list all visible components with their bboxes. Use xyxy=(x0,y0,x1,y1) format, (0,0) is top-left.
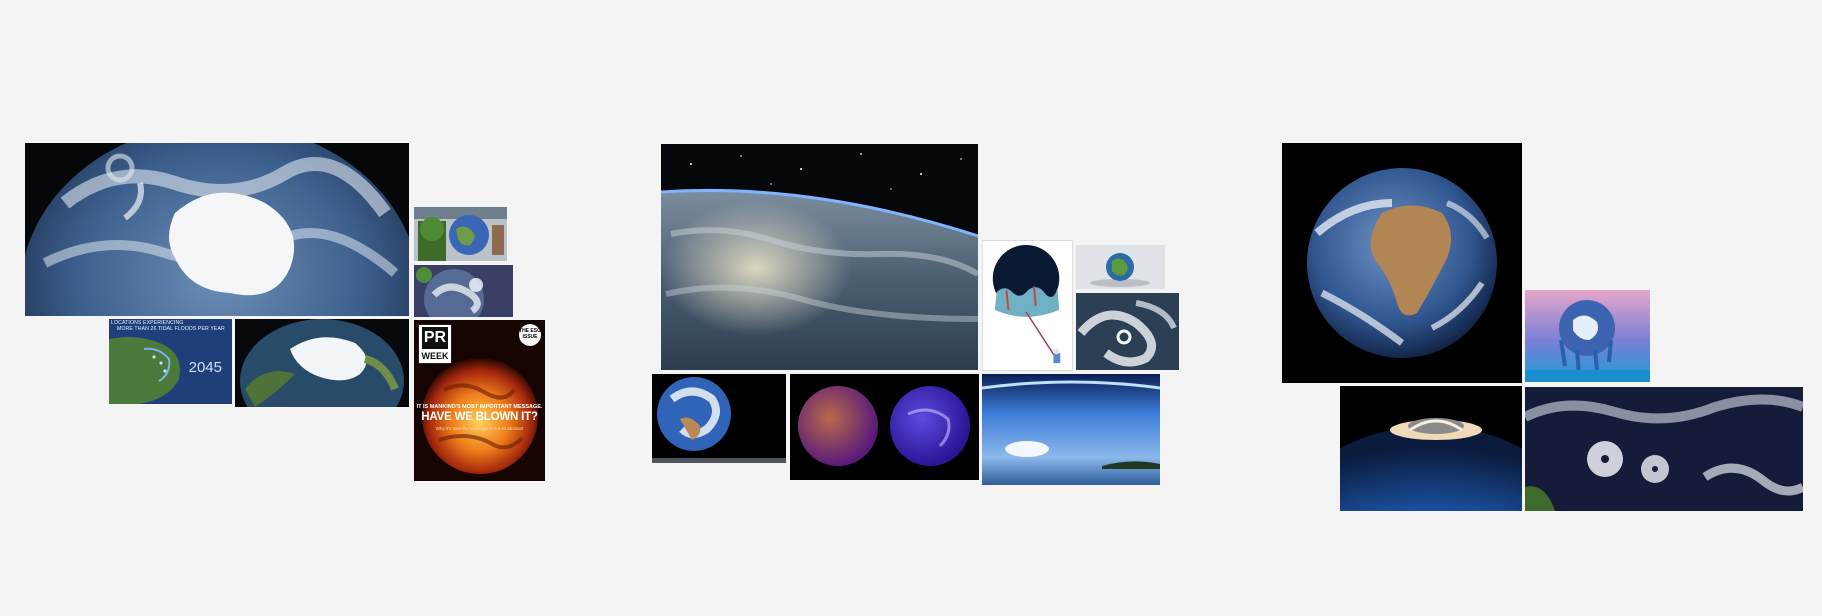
image-tile-antarctica-earth[interactable] xyxy=(25,143,409,316)
pr-logo-sub: WEEK xyxy=(421,351,449,361)
storm-globe-image xyxy=(414,265,513,317)
antarctica-earth-image xyxy=(25,143,409,316)
image-tile-arctic-globe[interactable] xyxy=(235,319,409,407)
blue-marble-image xyxy=(652,374,786,463)
cover-headline: HAVE WE BLOWN IT? xyxy=(421,411,538,423)
image-collage: LOCATIONS EXPERIENCING MORE THAN 26 TIDA… xyxy=(0,0,1822,616)
map-caption: LOCATIONS EXPERIENCING MORE THAN 26 TIDA… xyxy=(111,320,230,332)
africa-earth-disk-image xyxy=(1282,143,1522,383)
esg-issue-badge: THE ESG ISSUE xyxy=(519,324,541,346)
atmosphere-ocean-image xyxy=(982,374,1160,485)
pr-week-logo: PR WEEK xyxy=(418,324,452,364)
image-tile-pr-week-cover[interactable]: PR WEEK THE ESG ISSUE IT IS MANKIND'S MO… xyxy=(414,320,545,481)
tree-globe-image xyxy=(414,207,507,261)
twin-purple-globes-image xyxy=(790,374,979,480)
cover-subline: Why it's time the message is not so abst… xyxy=(435,426,524,431)
image-tile-asteroid-impact[interactable] xyxy=(1340,386,1522,511)
image-tile-melting-earth[interactable] xyxy=(1525,290,1650,382)
image-tile-tidal-floods-map[interactable]: LOCATIONS EXPERIENCING MORE THAN 26 TIDA… xyxy=(109,319,232,404)
image-tile-twin-globes[interactable] xyxy=(790,374,979,480)
image-tile-tree-globe[interactable] xyxy=(414,207,507,261)
earth-from-orbit-image xyxy=(661,144,978,370)
map-year-label: 2045 xyxy=(188,359,222,376)
astronaut-balloon-cartoon xyxy=(983,241,1072,370)
map-caption-line2: MORE THAN 26 TIDAL FLOODS PER YEAR xyxy=(117,326,225,332)
image-tile-africa-full-disk[interactable] xyxy=(1282,143,1522,383)
small-earth-model-image xyxy=(1076,245,1165,289)
image-tile-blue-marble-small[interactable] xyxy=(652,374,786,463)
cloud-swirl-image xyxy=(1076,293,1179,370)
image-tile-orbit-horizon[interactable] xyxy=(661,144,978,370)
pr-logo-mark: PR xyxy=(422,327,448,349)
cover-kicker: IT IS MANKIND'S MOST IMPORTANT MESSAGE. xyxy=(416,404,543,410)
melting-earth-image xyxy=(1525,290,1650,382)
asteroid-impact-image xyxy=(1340,386,1522,511)
image-tile-atmosphere-limb[interactable] xyxy=(982,374,1160,485)
image-tile-earth-on-table[interactable] xyxy=(1076,245,1165,289)
image-tile-storm-globe[interactable] xyxy=(414,265,513,317)
arctic-ice-globe-image xyxy=(235,319,409,407)
hurricane-satellite-image xyxy=(1525,387,1803,511)
image-tile-hurricanes-satellite[interactable] xyxy=(1525,387,1803,511)
image-tile-swirling-clouds[interactable] xyxy=(1076,293,1179,370)
image-tile-balloon-earth-cartoon[interactable] xyxy=(982,240,1073,371)
